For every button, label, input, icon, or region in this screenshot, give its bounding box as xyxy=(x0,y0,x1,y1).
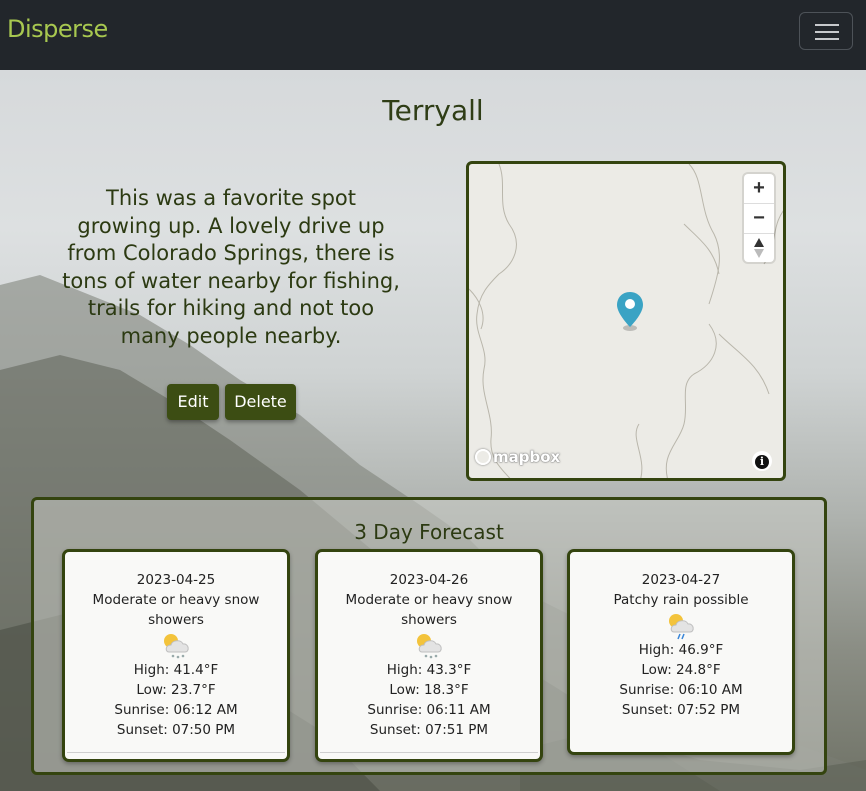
forecast-sunrise: Sunrise: 06:12 AM xyxy=(114,702,238,718)
forecast-high: High: 43.3°F xyxy=(386,662,472,678)
divider xyxy=(67,752,285,753)
info-icon: i xyxy=(755,455,769,469)
forecast-low: Low: 18.3°F xyxy=(389,682,469,698)
forecast-sunrise: Sunrise: 06:11 AM xyxy=(367,702,491,718)
delete-button[interactable]: Delete xyxy=(225,384,296,420)
zoom-in-button[interactable]: + xyxy=(744,174,774,204)
compass-button[interactable] xyxy=(744,234,774,263)
forecast-high: High: 41.4°F xyxy=(133,662,219,678)
hamburger-icon xyxy=(815,24,839,26)
map-widget[interactable]: + − mapbox i xyxy=(466,161,786,481)
edit-button[interactable]: Edit xyxy=(167,384,219,420)
menu-toggle-button[interactable] xyxy=(799,12,853,50)
forecast-condition: Moderate or heavy snow showers xyxy=(345,592,513,628)
forecast-date: 2023-04-27 xyxy=(641,572,721,588)
brand-logo[interactable]: Disperse xyxy=(7,15,108,43)
forecast-sunset: Sunset: 07:50 PM xyxy=(116,722,236,738)
map-pin-icon[interactable] xyxy=(615,290,645,332)
forecast-low: Low: 24.8°F xyxy=(641,662,721,678)
forecast-day-card: 2023-04-25 Moderate or heavy snow shower… xyxy=(62,549,290,762)
forecast-day-card: 2023-04-26 Moderate or heavy snow shower… xyxy=(315,549,543,762)
mapbox-logo-icon xyxy=(475,449,491,465)
compass-icon xyxy=(754,238,764,258)
navbar: Disperse xyxy=(0,0,866,70)
forecast-day-card: 2023-04-27 Patchy rain possible High: 46… xyxy=(567,549,795,755)
forecast-title: 3 Day Forecast xyxy=(354,520,504,544)
forecast-sunset: Sunset: 07:52 PM xyxy=(621,702,741,718)
forecast-low: Low: 23.7°F xyxy=(136,682,216,698)
forecast-sunrise: Sunrise: 06:10 AM xyxy=(619,682,743,698)
page-title: Terryall xyxy=(382,94,484,127)
map-info-button[interactable]: i xyxy=(752,451,772,471)
zoom-out-button[interactable]: − xyxy=(744,204,774,234)
forecast-date: 2023-04-26 xyxy=(389,572,469,588)
forecast-sunset: Sunset: 07:51 PM xyxy=(369,722,489,738)
snow-shower-icon xyxy=(417,634,442,659)
map-zoom-controls: + − xyxy=(744,174,774,262)
divider xyxy=(320,752,538,753)
forecast-condition: Patchy rain possible xyxy=(613,592,749,608)
forecast-high: High: 46.9°F xyxy=(638,642,724,658)
snow-shower-icon xyxy=(164,634,189,659)
forecast-condition: Moderate or heavy snow showers xyxy=(92,592,260,628)
rain-shower-icon xyxy=(669,614,694,640)
forecast-date: 2023-04-25 xyxy=(136,572,216,588)
mapbox-logo[interactable]: mapbox xyxy=(475,448,560,472)
spot-description: This was a favorite spot growing up. A l… xyxy=(62,186,400,348)
